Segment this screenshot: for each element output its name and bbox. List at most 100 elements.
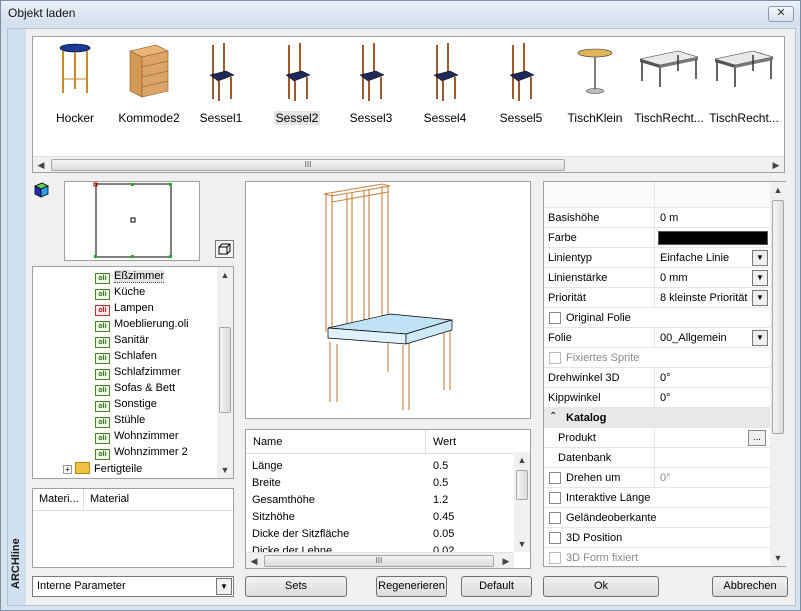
checkbox[interactable] [549,492,561,504]
chevron-down-icon[interactable]: ▼ [216,578,232,595]
collapse-icon[interactable]: ⌃ [549,411,557,422]
tree-item[interactable]: oli Schlafzimmer [95,366,181,382]
param-vscrollbar[interactable]: ▲ ▼ [514,452,530,552]
scroll-thumb[interactable] [219,327,231,413]
checkbox[interactable] [549,532,561,544]
prop-gelaendeoberkante[interactable]: Geländeoberkante [544,508,770,528]
object-item[interactable]: TischRecht... [633,41,705,129]
scroll-thumb[interactable]: III [264,555,494,567]
parameter-row[interactable]: Sitzhöhe 0.45 [246,509,514,526]
scroll-down-icon[interactable]: ▼ [515,537,529,551]
scroll-thumb[interactable] [516,470,528,500]
object-item[interactable]: Sessel1 [185,41,257,129]
prop-folie[interactable]: Folie 00_Allgemein ▼ [544,328,770,348]
color-swatch[interactable] [658,231,768,245]
scroll-left-icon[interactable]: ◀ [34,158,48,172]
prop-kippwinkel[interactable]: Kippwinkel 0° [544,388,770,408]
param-col-value[interactable]: Wert [433,436,456,448]
prop-prioritaet[interactable]: Priorität 8 kleinste Priorität ▼ [544,288,770,308]
cancel-button[interactable]: Abbrechen [712,576,788,597]
prop-interaktive-laenge[interactable]: Interaktive Länge [544,488,770,508]
prop-farbe[interactable]: Farbe [544,228,770,248]
scroll-down-icon[interactable]: ▼ [218,463,232,477]
parameter-select[interactable]: Interne Parameter ▼ [32,576,234,597]
object-item[interactable]: TischKlein [559,41,631,129]
tree-item[interactable]: oli Eßzimmer [95,270,165,286]
prop-drehwinkel[interactable]: Drehwinkel 3D 0° [544,368,770,388]
parameter-table[interactable]: Name Wert Länge 0.5 Breite 0.5 Gesamthöhe 1.2… [245,429,531,569]
property-grid[interactable]: Basishöhe 0 m Farbe Linientyp Einfache L… [543,181,786,568]
prop-3d-position[interactable]: 3D Position [544,528,770,548]
view-3d-icon[interactable] [215,240,234,258]
tree-item[interactable]: oli Sofas & Bett [95,382,175,398]
prop-basishoehe[interactable]: Basishöhe 0 m [544,208,770,228]
prop-produkt[interactable]: Produkt ... [544,428,770,448]
scroll-right-icon[interactable]: ▶ [769,158,783,172]
chair-3d-preview[interactable] [245,181,531,419]
sets-button[interactable]: Sets [245,576,347,597]
prop-value[interactable]: 0 m [660,212,678,224]
tree-item[interactable]: oli Wohnzimmer [95,430,179,446]
prop-drehen-um[interactable]: Drehen um 0° [544,468,770,488]
prop-value[interactable]: 0° [660,372,671,384]
tree-item[interactable]: oli Schlafen [95,350,157,366]
object-item[interactable]: Sessel2 [261,41,333,129]
checkbox[interactable] [549,512,561,524]
ok-button[interactable]: Ok [543,576,659,597]
object-item[interactable]: Kommode2 [113,41,185,129]
scroll-up-icon[interactable]: ▲ [771,183,785,197]
tree-folder-fertigteile[interactable]: + Fertigteile [63,462,142,478]
prop-value[interactable]: 0° [660,392,671,404]
default-button[interactable]: Default [461,576,532,597]
scroll-thumb[interactable] [772,200,784,434]
expand-icon[interactable]: + [63,465,72,474]
scroll-left-icon[interactable]: ◀ [247,554,261,568]
object-item[interactable]: Sessel3 [335,41,407,129]
material-col-1[interactable]: Materi... [39,493,79,505]
object-item[interactable]: Sessel5 [485,41,557,129]
chevron-down-icon[interactable]: ▼ [752,290,768,306]
material-col-2[interactable]: Material [90,493,129,505]
material-table[interactable]: Materi... Material [32,488,234,568]
prop-original-folie[interactable]: Original Folie [544,308,770,328]
tree-item[interactable]: oli Wohnzimmer 2 [95,446,188,462]
close-button[interactable]: ✕ [768,6,794,22]
chevron-down-icon[interactable]: ▼ [752,270,768,286]
scroll-right-icon[interactable]: ▶ [499,554,513,568]
tree-item[interactable]: oli Stühle [95,414,145,430]
parameter-row[interactable]: Gesamthöhe 1.2 [246,492,514,509]
scroll-up-icon[interactable]: ▲ [218,268,232,282]
parameter-row[interactable]: Länge 0.5 [246,458,514,475]
checkbox[interactable] [549,472,561,484]
prop-linienstaerke[interactable]: Linienstärke 0 mm ▼ [544,268,770,288]
object-item[interactable]: TischRecht... [708,41,780,129]
prop-category-katalog[interactable]: ⌃ Katalog [544,408,770,428]
chevron-down-icon[interactable]: ▼ [752,250,768,266]
tree-vscrollbar[interactable]: ▲ ▼ [217,267,233,478]
regenerate-button[interactable]: Regenerieren [376,576,447,597]
parameter-value[interactable]: 0.05 [433,528,454,540]
parameter-value[interactable]: 0.5 [433,460,448,472]
browse-button[interactable]: ... [748,430,766,446]
tree-item[interactable]: oli Sanitär [95,334,149,350]
scroll-thumb[interactable]: III [51,159,565,171]
prop-linientyp[interactable]: Linientyp Einfache Linie ▼ [544,248,770,268]
tree-item[interactable]: oli Küche [95,286,145,302]
props-vscrollbar[interactable]: ▲ ▼ [770,182,786,566]
cube-view-icon[interactable] [33,181,50,198]
parameter-value[interactable]: 0.45 [433,511,454,523]
prop-datenbank[interactable]: Datenbank [544,448,770,468]
object-gallery[interactable]: Hocker Kommode2 Sessel1 Sessel2 Sessel3 Sesse… [32,36,785,173]
parameter-value[interactable]: 1.2 [433,494,448,506]
chevron-down-icon[interactable]: ▼ [752,330,768,346]
parameter-row[interactable]: Breite 0.5 [246,475,514,492]
gallery-hscrollbar[interactable]: ◀ III ▶ [33,156,784,172]
parameter-row[interactable]: Dicke der Sitzfläche 0.05 [246,526,514,543]
param-col-name[interactable]: Name [253,436,282,448]
scroll-up-icon[interactable]: ▲ [515,453,529,467]
parameter-value[interactable]: 0.5 [433,477,448,489]
object-item[interactable]: Hocker [39,41,111,129]
tree-item[interactable]: oli Lampen [95,302,154,318]
object-item[interactable]: Sessel4 [409,41,481,129]
tree-item[interactable]: oli Sonstige [95,398,157,414]
